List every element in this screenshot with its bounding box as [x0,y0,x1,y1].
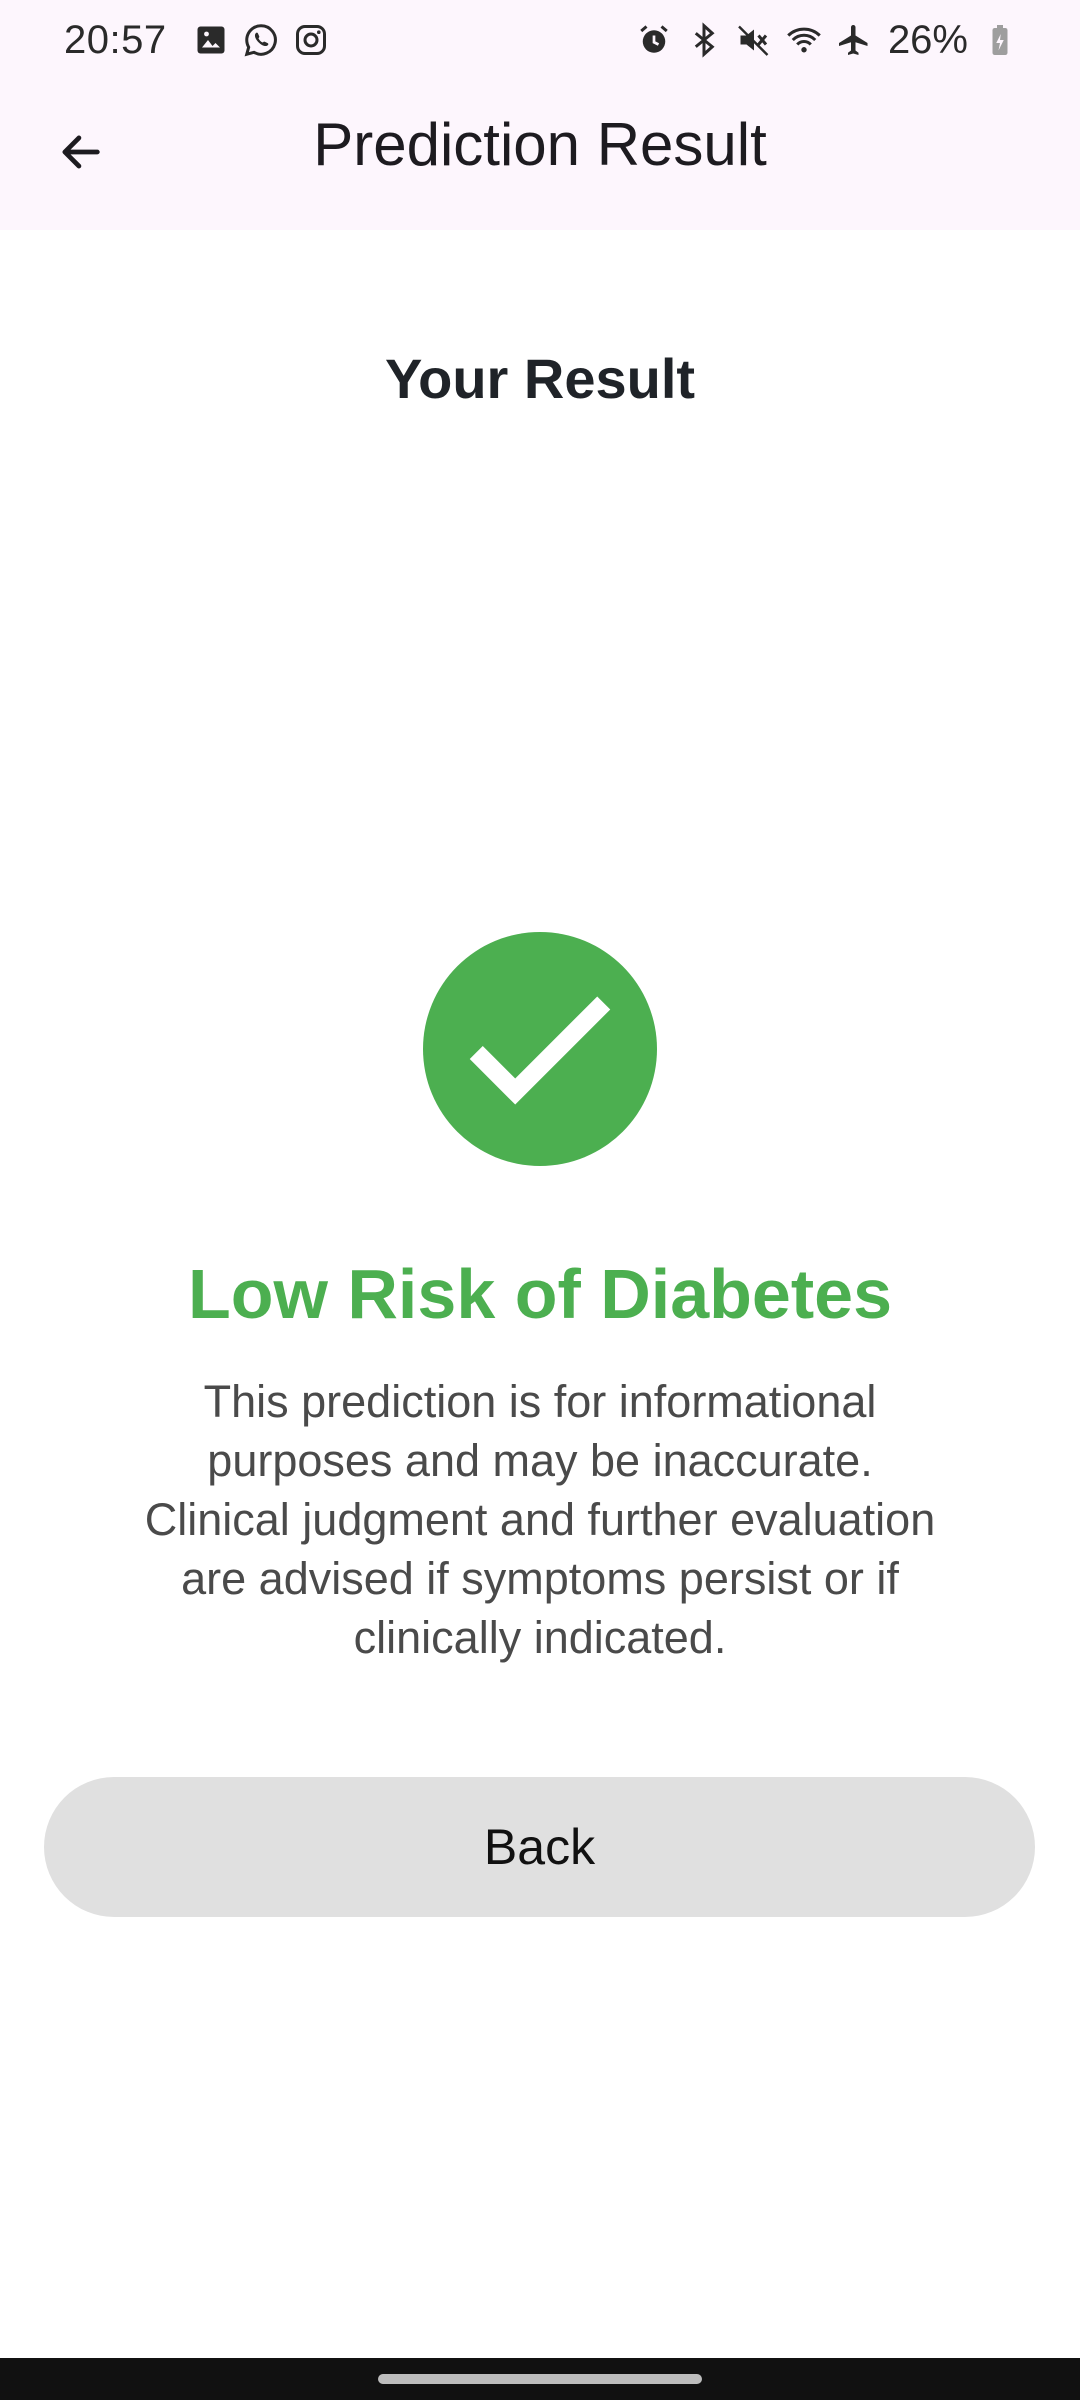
check-circle-icon [423,932,657,1166]
bluetooth-icon [686,22,722,58]
status-bar-right: 26% [636,18,1018,63]
page-title: Prediction Result [313,111,767,178]
disclaimer-text: This prediction is for informational pur… [144,1376,936,1663]
home-gesture-handle[interactable] [378,2374,702,2384]
battery-percent: 26% [887,17,968,62]
status-bar: 20:57 26% [0,0,1080,80]
app-bar: Prediction Result [0,80,1080,230]
screen: 20:57 26% Prediction Result Your Result … [0,0,1080,2400]
mute-icon [736,22,772,58]
whatsapp-icon [243,22,279,58]
alarm-icon [636,22,672,58]
status-time: 20:57 [64,17,167,62]
navigation-bar [0,2358,1080,2400]
result-heading: Your Result [384,347,696,410]
airplane-icon [836,22,872,58]
status-bar-left: 20:57 [64,18,329,63]
result-title: Low Risk of Diabetes [187,1255,893,1333]
battery-icon [982,22,1018,58]
back-button[interactable]: Back [44,1777,1035,1917]
gallery-icon [193,22,229,58]
wifi-icon [786,22,822,58]
instagram-icon [293,22,329,58]
